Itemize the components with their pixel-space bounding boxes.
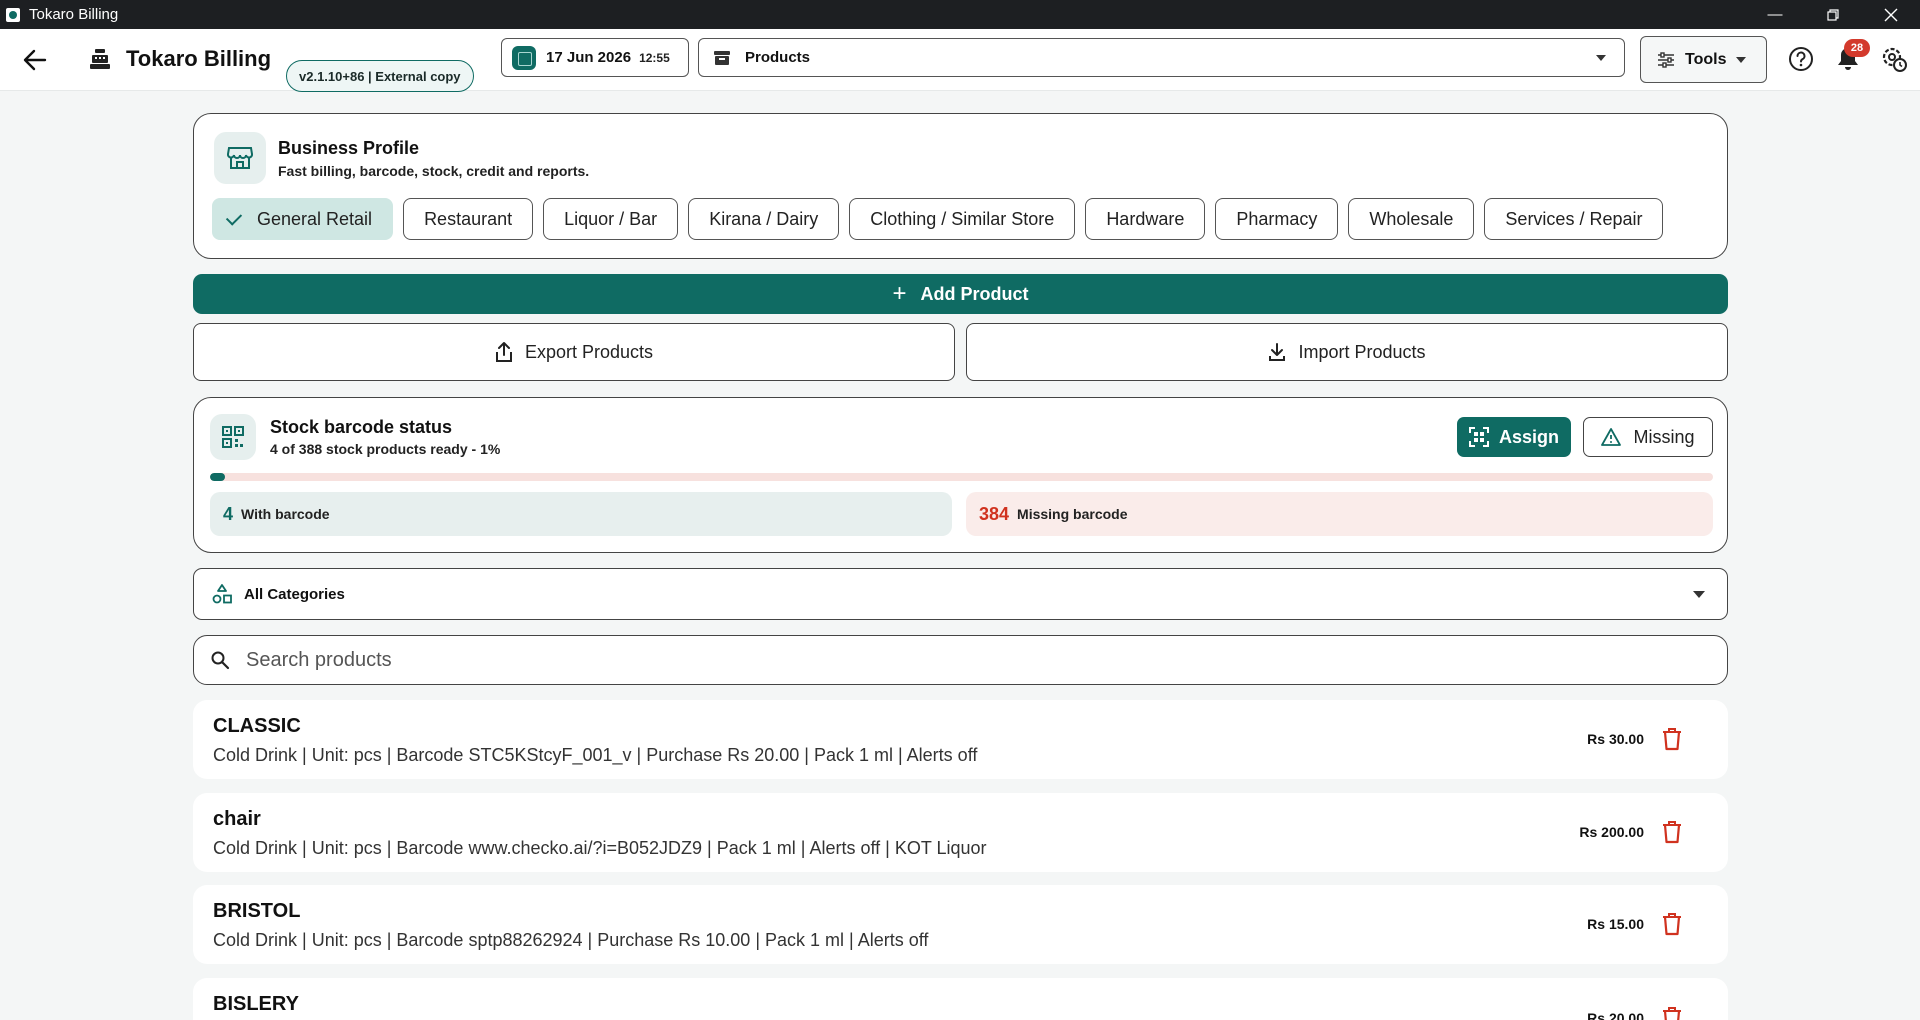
barcode-status-summary: 4 of 388 stock products ready - 1% xyxy=(270,441,501,457)
product-price: Rs 200.00 xyxy=(1579,824,1644,840)
settings-clock-icon[interactable] xyxy=(1880,45,1908,73)
tools-menu-button[interactable]: Tools xyxy=(1640,36,1767,83)
back-arrow-icon[interactable] xyxy=(20,45,50,75)
product-price: Rs 20.00 xyxy=(1587,1010,1644,1020)
archive-icon xyxy=(714,50,730,65)
chevron-down-icon xyxy=(1596,55,1606,61)
product-name: CLASSIC xyxy=(213,715,301,737)
chip-services-repair[interactable]: Services / Repair xyxy=(1484,198,1664,240)
business-profile-card: Business Profile Fast billing, barcode, … xyxy=(193,113,1728,259)
current-date: 17 Jun 2026 xyxy=(546,49,632,66)
profile-title: Business Profile xyxy=(278,138,420,158)
with-barcode-label: With barcode xyxy=(241,506,330,522)
product-row[interactable]: BISLERY Rs 20.00 xyxy=(193,978,1728,1020)
export-products-button[interactable]: Export Products xyxy=(193,323,955,381)
missing-barcode-button[interactable]: Missing xyxy=(1583,417,1713,457)
current-time: 12:55 xyxy=(639,50,670,65)
share-icon xyxy=(495,342,512,362)
barcode-scan-icon xyxy=(1468,427,1489,447)
window-controls: — xyxy=(1746,0,1920,29)
barcode-progress-fill xyxy=(210,473,226,481)
missing-barcode-label: Missing barcode xyxy=(1017,506,1128,522)
profile-subtitle: Fast billing, barcode, stock, credit and… xyxy=(278,163,590,179)
with-barcode-count: 4 xyxy=(223,503,234,524)
search-icon xyxy=(211,651,230,670)
delete-trash-icon[interactable] xyxy=(1660,1004,1684,1020)
restore-icon[interactable] xyxy=(1804,0,1862,29)
chevron-down-icon xyxy=(1736,56,1747,63)
product-row[interactable]: BRISTOL Cold Drink | Unit: pcs | Barcode… xyxy=(193,885,1728,964)
barcode-status-card: Stock barcode status 4 of 388 stock prod… xyxy=(193,397,1728,553)
sliders-icon xyxy=(1658,51,1674,68)
storefront-icon xyxy=(214,132,266,184)
help-icon[interactable] xyxy=(1787,45,1815,73)
chip-restaurant[interactable]: Restaurant xyxy=(403,198,534,240)
category-filter-select[interactable]: All Categories xyxy=(193,568,1728,620)
screen-selector-value: Products xyxy=(745,49,811,66)
chip-liquor-bar[interactable]: Liquor / Bar xyxy=(543,198,679,240)
plus-icon: + xyxy=(892,280,907,307)
chip-wholesale[interactable]: Wholesale xyxy=(1348,198,1475,240)
product-name: chair xyxy=(213,808,261,830)
brand: Tokaro Billing xyxy=(88,46,271,72)
app-icon xyxy=(6,7,20,22)
product-details: Cold Drink | Unit: pcs | Barcode STC5KSt… xyxy=(213,745,978,765)
barcode-status-title: Stock barcode status xyxy=(270,417,453,437)
add-product-button[interactable]: + Add Product xyxy=(193,274,1728,314)
version-badge: v2.1.10+86 | External copy xyxy=(286,60,474,92)
product-details: Cold Drink | Unit: pcs | Barcode sptp882… xyxy=(213,930,929,950)
app-name: Tokaro Billing xyxy=(126,46,272,71)
category-filter-value: All Categories xyxy=(244,585,345,603)
search-input[interactable] xyxy=(246,648,1646,672)
product-price: Rs 30.00 xyxy=(1587,731,1644,747)
product-row[interactable]: chair Cold Drink | Unit: pcs | Barcode w… xyxy=(193,793,1728,872)
product-name: BISLERY xyxy=(213,993,299,1015)
close-icon[interactable] xyxy=(1862,0,1920,29)
delete-trash-icon[interactable] xyxy=(1660,818,1684,846)
cash-register-icon xyxy=(90,49,110,69)
product-price: Rs 15.00 xyxy=(1587,916,1644,932)
date-picker[interactable]: 17 Jun 2026 12:55 xyxy=(501,38,689,77)
calendar-icon xyxy=(512,45,536,70)
delete-trash-icon[interactable] xyxy=(1660,910,1684,938)
barcode-progress-bar xyxy=(210,473,1713,481)
chip-general-retail[interactable]: General Retail xyxy=(212,198,394,240)
warning-icon xyxy=(1601,428,1622,446)
chip-kirana-dairy[interactable]: Kirana / Dairy xyxy=(688,198,840,240)
product-name: BRISTOL xyxy=(213,900,301,922)
chip-pharmacy[interactable]: Pharmacy xyxy=(1215,198,1339,240)
chip-hardware[interactable]: Hardware xyxy=(1085,198,1206,240)
download-icon xyxy=(1269,343,1286,361)
product-search[interactable] xyxy=(193,635,1728,685)
check-icon xyxy=(225,208,243,226)
missing-barcode-count: 384 xyxy=(979,503,1010,524)
app-header: Tokaro Billing v2.1.10+86 | External cop… xyxy=(0,29,1920,92)
with-barcode-stat[interactable]: 4 With barcode xyxy=(210,492,952,536)
delete-trash-icon[interactable] xyxy=(1660,725,1684,753)
window-titlebar: Tokaro Billing — xyxy=(0,0,1920,29)
tools-label: Tools xyxy=(1685,50,1727,68)
chip-clothing[interactable]: Clothing / Similar Store xyxy=(849,198,1076,240)
product-row[interactable]: CLASSIC Cold Drink | Unit: pcs | Barcode… xyxy=(193,700,1728,779)
qr-code-icon xyxy=(210,414,256,460)
assign-barcode-button[interactable]: Assign xyxy=(1457,417,1571,457)
business-type-chips: General Retail Restaurant Liquor / Bar K… xyxy=(212,198,1664,240)
minimize-icon[interactable]: — xyxy=(1746,0,1804,29)
chevron-down-icon xyxy=(1693,591,1705,598)
missing-barcode-stat[interactable]: 384 Missing barcode xyxy=(966,492,1713,536)
screen-selector[interactable]: Products xyxy=(698,38,1625,77)
window-title: Tokaro Billing xyxy=(29,6,119,23)
categories-icon xyxy=(212,584,232,604)
product-details: Cold Drink | Unit: pcs | Barcode www.che… xyxy=(213,838,987,858)
import-products-button[interactable]: Import Products xyxy=(966,323,1728,381)
notification-count-badge: 28 xyxy=(1844,39,1870,57)
